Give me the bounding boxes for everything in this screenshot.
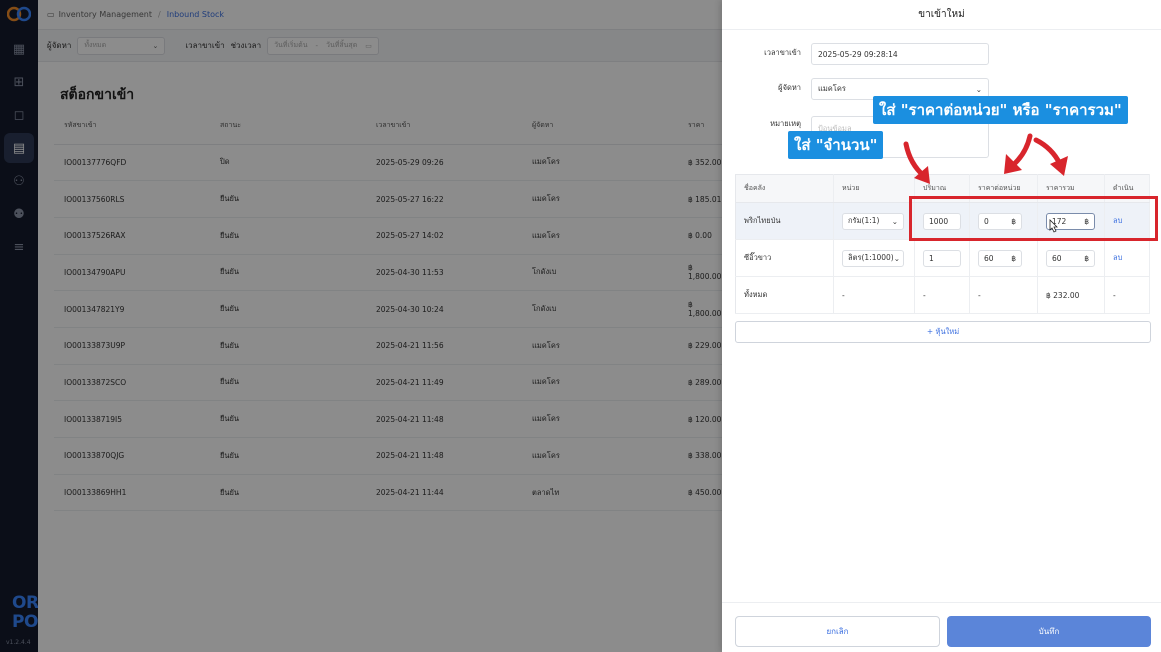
- summary-total: ฿ 232.00: [1037, 276, 1105, 314]
- total-cell: 60 ฿: [1037, 239, 1105, 277]
- highlight-box: [909, 196, 1158, 241]
- qty-callout: ใส่ "จำนวน": [788, 131, 884, 159]
- drawer-title: ขาเข้าใหม่: [722, 0, 1161, 30]
- cursor-icon: [1049, 219, 1058, 233]
- unit-price-input[interactable]: 60 ฿: [978, 249, 1022, 267]
- unit-value: กรัม(1:1): [848, 216, 880, 225]
- unit-cell: กรัม(1:1) ⌄: [833, 202, 915, 240]
- item-row: ซีอิ๊วขาว ลิตร(1:1000) ⌄ 1 60 ฿ 60 ฿ ลบ: [735, 239, 1150, 277]
- chevron-down-icon: ⌄: [975, 84, 982, 94]
- total-input[interactable]: 60 ฿: [1046, 249, 1095, 267]
- delete-item-link[interactable]: ลบ: [1113, 253, 1122, 262]
- time-value: 2025-05-29 09:28:14: [818, 49, 898, 59]
- item-name: พริกไทยป่น: [735, 202, 834, 240]
- unit-price-cell: 60 ฿: [969, 239, 1038, 277]
- qty-value: 1: [929, 253, 934, 263]
- unit-select[interactable]: ลิตร(1:1000) ⌄: [842, 249, 904, 267]
- action-cell: ลบ: [1104, 239, 1150, 277]
- note-label: หมายเหตุ: [770, 119, 801, 128]
- supplier-value: แมคโคร: [818, 84, 846, 93]
- cancel-button[interactable]: ยกเลิก: [735, 616, 940, 647]
- unit-value: ลิตร(1:1000): [848, 253, 894, 262]
- time-input[interactable]: 2025-05-29 09:28:14: [811, 43, 989, 65]
- unit-cell: ลิตร(1:1000) ⌄: [833, 239, 915, 277]
- price-callout: ใส่ "ราคาต่อหน่วย" หรือ "ราคารวม": [873, 96, 1128, 124]
- column-header: ชื่อคลัง: [735, 174, 834, 203]
- currency-symbol: ฿: [1084, 253, 1089, 263]
- time-label: เวลาขาเข้า: [764, 48, 801, 57]
- qty-input[interactable]: 1: [923, 249, 961, 267]
- chevron-down-icon: ⌄: [891, 216, 898, 226]
- arrow-icon: [903, 141, 930, 184]
- unit-price-value: 60: [984, 253, 994, 263]
- currency-symbol: ฿: [1011, 253, 1016, 263]
- summary-qty: -: [914, 276, 970, 314]
- chevron-down-icon: ⌄: [893, 253, 901, 263]
- supplier-label: ผู้จัดหา: [778, 83, 801, 92]
- summary-unit-price: -: [969, 276, 1038, 314]
- summary-action: -: [1104, 276, 1150, 314]
- unit-select[interactable]: กรัม(1:1) ⌄: [842, 212, 904, 230]
- summary-unit: -: [833, 276, 915, 314]
- modal-overlay[interactable]: [0, 0, 722, 652]
- qty-cell: 1: [914, 239, 970, 277]
- item-name: ซีอิ๊วขาว: [735, 239, 834, 277]
- summary-row: ทั้งหมด - - - ฿ 232.00 -: [735, 276, 1150, 314]
- arrow-icon: [1033, 137, 1068, 176]
- total-value: 60: [1052, 253, 1062, 263]
- items-table: ชื่อคลัง หน่วย ปริมาณ ราคาต่อหน่วย ราคาร…: [735, 174, 1150, 314]
- add-item-button[interactable]: + หุ้นใหม่: [735, 321, 1151, 343]
- summary-label: ทั้งหมด: [735, 276, 834, 314]
- save-button[interactable]: บันทึก: [947, 616, 1151, 647]
